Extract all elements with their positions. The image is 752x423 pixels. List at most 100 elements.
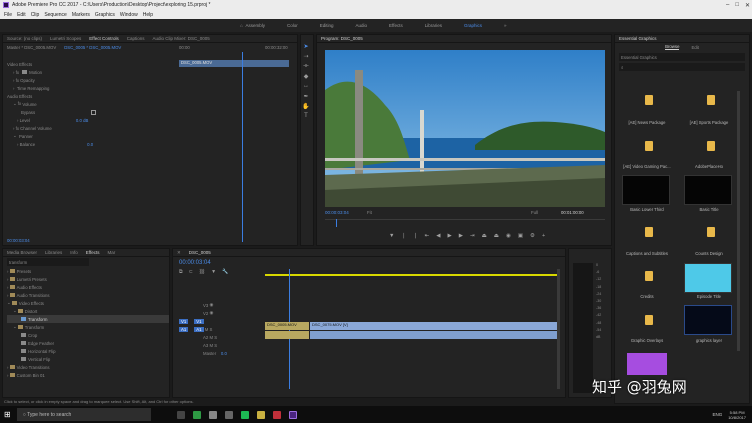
track-v1[interactable]: V1 V1 (173, 317, 263, 325)
language-indicator[interactable]: ENG (712, 412, 722, 417)
program-title[interactable]: Program: DSC_0005 (321, 36, 363, 41)
clock[interactable]: 5:58 PM 10/8/2017 (728, 410, 746, 420)
workspace-libraries[interactable]: Libraries (425, 23, 442, 28)
graphic-overlays-icon[interactable] (645, 315, 653, 325)
menu-help[interactable]: Help (143, 12, 153, 18)
app-icon[interactable] (224, 410, 233, 419)
eg-source-dropdown[interactable]: Essential Graphics (619, 53, 745, 61)
adobe-placeholder-icon[interactable] (707, 141, 715, 151)
app-icon[interactable] (208, 410, 217, 419)
tree-edge-feather[interactable]: Edge Feather (7, 339, 169, 347)
chrome-icon[interactable] (192, 410, 201, 419)
purple-graphic-thumbnail[interactable] (627, 353, 667, 375)
sequence-clip-label[interactable]: DSC_0005 * DSC_0005.MOV (64, 45, 121, 50)
tree-lumetri-presets[interactable]: › Lumetri Presets (7, 275, 169, 283)
ae-video-gaming-icon[interactable] (645, 141, 653, 151)
workspace-assembly[interactable]: Assembly (245, 23, 265, 28)
track-master[interactable]: Master 0.0 (173, 349, 263, 357)
ripple-edit-tool-icon[interactable]: ⟛ (301, 61, 311, 71)
effects-search-input[interactable]: transform (7, 258, 89, 266)
clip-v1-dsc0075[interactable]: DSC_0075.MOV [V] (310, 322, 557, 330)
clip-a1-dsc0005[interactable] (265, 331, 309, 339)
compare-view-icon[interactable]: ▣ (518, 233, 523, 239)
graphics-layer-thumbnail[interactable] (684, 305, 732, 335)
lift-icon[interactable]: ⏏ (482, 233, 487, 239)
track-a1[interactable]: A1 A1 M S (173, 325, 263, 333)
razor-tool-icon[interactable]: ◆ (301, 71, 311, 81)
program-video-frame[interactable] (325, 50, 605, 207)
level-value[interactable]: 0.0 dB (76, 118, 88, 123)
track-v3[interactable]: V3 ◉ (173, 301, 263, 309)
settings-wrench-icon[interactable]: ⚙ (530, 233, 535, 239)
clip-v1-dsc0005[interactable]: DSC_0005.MOV (265, 322, 309, 330)
tree-video-effects[interactable]: ⌄ Video Effects (7, 299, 169, 307)
menu-file[interactable]: File (4, 12, 12, 18)
tree-horizontal-flip[interactable]: Horizontal Flip (7, 347, 169, 355)
track-select-tool-icon[interactable]: ⇢ (301, 51, 311, 61)
episode-title-thumbnail[interactable] (684, 263, 732, 293)
tab-info[interactable]: Info (70, 250, 78, 255)
add-marker-icon[interactable]: ▼ (389, 233, 394, 239)
menu-window[interactable]: Window (120, 12, 138, 18)
slip-tool-icon[interactable]: ↔ (301, 81, 311, 91)
eg-tab-edit[interactable]: Edit (691, 45, 698, 50)
ec-timecode[interactable]: 00:00:03:04 (7, 238, 30, 243)
workspace-effects[interactable]: Effects (389, 23, 403, 28)
home-icon[interactable]: ⌂ (240, 23, 243, 28)
selection-tool-icon[interactable]: ➤ (301, 41, 311, 51)
tree-transform-folder[interactable]: ⌄ Transform (7, 323, 169, 331)
credits-icon[interactable] (645, 271, 653, 281)
track-a2[interactable]: A2 M S (173, 333, 263, 341)
play-icon[interactable]: ▶ (448, 233, 452, 239)
menu-sequence[interactable]: Sequence (44, 12, 67, 18)
extract-icon[interactable]: ⏏ (494, 233, 499, 239)
basic-title-thumbnail[interactable] (684, 175, 732, 205)
app-icon[interactable] (272, 410, 281, 419)
app-icon[interactable] (256, 410, 265, 419)
captions-subtitles-icon[interactable] (645, 227, 653, 237)
windows-start-icon[interactable]: ⊞ (4, 410, 11, 419)
tree-audio-transitions[interactable]: › Audio Transitions (7, 291, 169, 299)
menu-clip[interactable]: Clip (31, 12, 40, 18)
file-explorer-icon[interactable] (176, 410, 185, 419)
program-playhead[interactable] (336, 219, 337, 227)
workspace-audio[interactable]: Audio (356, 23, 368, 28)
clip-a1-dsc0075[interactable] (310, 331, 557, 339)
export-frame-icon[interactable]: ◉ (506, 233, 511, 239)
tab-audio-clip-mixer[interactable]: Audio Clip Mixer: DSC_0005 (152, 36, 209, 41)
tab-lumetri-scopes[interactable]: Lumetri Scopes (50, 36, 81, 41)
pen-tool-icon[interactable]: ✒ (301, 91, 311, 101)
type-tool-icon[interactable]: T (301, 111, 311, 121)
eg-tab-browse[interactable]: Browse (665, 44, 680, 50)
tab-markers[interactable]: Mar (107, 250, 115, 255)
ec-playhead[interactable] (242, 52, 243, 242)
timeline-sequence-tab[interactable]: DSC_0005 (189, 250, 211, 255)
go-to-out-icon[interactable]: ⇥ (470, 233, 475, 239)
tree-vertical-flip[interactable]: Vertical Flip (7, 355, 169, 363)
linked-selection-icon[interactable]: ⛓ (199, 269, 205, 275)
workspace-color[interactable]: Color (287, 23, 298, 28)
timeline-timecode[interactable]: 00:00:03:04 (179, 260, 211, 266)
basic-lower-third-thumbnail[interactable] (622, 175, 670, 205)
ae-news-package-icon[interactable] (645, 95, 653, 105)
timeline-settings-icon[interactable]: 🔧 (222, 269, 228, 275)
go-to-in-icon[interactable]: ⇤ (425, 233, 430, 239)
opacity-row[interactable]: › fx Opacity (7, 76, 175, 84)
tree-presets[interactable]: › Presets (7, 267, 169, 275)
tree-audio-effects[interactable]: › Audio Effects (7, 283, 169, 291)
track-v2[interactable]: V2 ◉ (173, 309, 263, 317)
mark-in-icon[interactable]: ❘ (401, 233, 406, 239)
tree-custom-bin[interactable]: › Custom Bin 01 (7, 371, 169, 379)
program-playhead-timecode[interactable]: 00:00:03:04 (325, 210, 349, 215)
tab-libraries[interactable]: Libraries (45, 250, 62, 255)
spotify-icon[interactable] (240, 410, 249, 419)
add-marker-icon[interactable]: ▼ (211, 269, 216, 275)
bypass-checkbox[interactable] (91, 109, 97, 115)
step-back-icon[interactable]: ◀ (436, 233, 440, 239)
snap-icon[interactable]: ⊂ (189, 269, 193, 275)
essential-graphics-title[interactable]: Essential Graphics (619, 36, 657, 41)
fit-dropdown[interactable]: Fit (367, 210, 372, 215)
close-icon[interactable]: ✕ (745, 2, 750, 9)
tab-source[interactable]: Source: (no clips) (7, 36, 42, 41)
task-view-icon[interactable] (161, 411, 169, 419)
